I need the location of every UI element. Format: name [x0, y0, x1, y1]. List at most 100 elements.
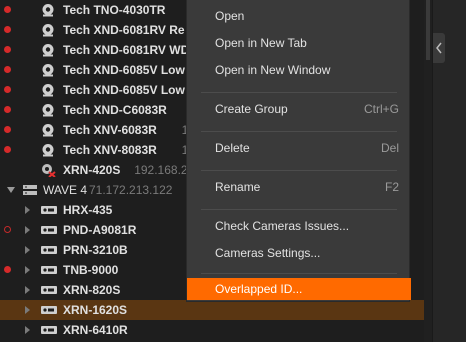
triangle-right-icon [25, 326, 30, 334]
recording-indicator [4, 126, 11, 133]
camera-icon [40, 3, 56, 17]
device-name: XRN-6410R [63, 323, 128, 337]
server-icon [23, 185, 37, 195]
camera-icon [42, 64, 54, 77]
recording-indicator [4, 86, 11, 93]
menu-item-open[interactable]: Open [187, 5, 411, 27]
encoder-icon [40, 203, 57, 217]
menu-item-shortcut: F2 [384, 180, 399, 194]
menu-separator [201, 273, 397, 274]
triangle-right-icon [25, 286, 30, 294]
chevron-left-icon [436, 42, 442, 54]
device-name: Tech XNV-6083R [63, 123, 157, 137]
encoder-icon [41, 226, 57, 234]
camera-icon [40, 143, 56, 157]
encoder-icon [41, 326, 57, 334]
device-name: Tech XND-C6083R [63, 103, 167, 117]
triangle-right-icon [25, 266, 30, 274]
camera-icon [40, 123, 56, 137]
menu-item-shortcut: Del [380, 141, 399, 155]
encoder-icon [40, 223, 57, 237]
camera-icon [42, 84, 54, 97]
expand-arrow-right-icon[interactable] [22, 304, 32, 316]
camera-icon [42, 44, 54, 57]
menu-item-label: Cameras Settings... [215, 246, 321, 260]
recording-indicator [4, 106, 11, 113]
menu-item-label: Rename [215, 180, 261, 194]
device-ip: 71.172.213.122 [89, 183, 173, 197]
server-icon [22, 183, 38, 197]
context-menu: Open Open in New Tab Open in New Window Cre… [186, 0, 411, 302]
menu-item-label: Check Cameras Issues... [215, 219, 350, 233]
right-panel-edge [432, 0, 466, 342]
expand-arrow-right-icon[interactable] [22, 244, 32, 256]
encoder-icon [41, 306, 57, 314]
camera-icon [42, 124, 54, 137]
tree-row[interactable]: XRN-1620S [0, 300, 432, 320]
menu-item-delete[interactable]: Delete Del [187, 137, 411, 159]
menu-item-overlapped-id[interactable]: Overlapped ID... [187, 278, 411, 300]
expand-arrow-down-icon[interactable] [6, 184, 16, 196]
recording-indicator [4, 266, 11, 273]
recording-indicator [4, 6, 11, 13]
device-name: XRN-1620S [63, 303, 128, 317]
menu-item-label: Open in New Window [215, 63, 331, 77]
camera-icon [42, 104, 54, 117]
encoder-icon [40, 243, 57, 257]
menu-item-label: Open in New Tab [215, 36, 307, 50]
camera-icon [40, 103, 56, 117]
tree-row[interactable]: XRN-6410R [0, 320, 432, 340]
menu-item-create-group[interactable]: Create Group Ctrl+G [187, 98, 411, 120]
camera-offline-icon [42, 164, 56, 178]
camera-icon [42, 144, 54, 157]
encoder-icon [41, 286, 57, 294]
menu-item-label: Open [215, 9, 245, 23]
expand-arrow-right-icon[interactable] [22, 224, 32, 236]
device-name: Tech XND-6081RV Re [63, 23, 185, 37]
encoder-icon [41, 206, 57, 214]
menu-item-label: Delete [215, 141, 250, 155]
recording-indicator [4, 66, 11, 73]
menu-item-label: Create Group [215, 102, 288, 116]
menu-separator [201, 170, 397, 171]
expand-arrow-right-icon[interactable] [22, 264, 32, 276]
encoder-icon [40, 263, 57, 277]
recording-indicator [4, 226, 11, 233]
camera-icon [40, 83, 56, 97]
camera-icon [40, 63, 56, 77]
camera-icon [40, 23, 56, 37]
expand-arrow-right-icon[interactable] [22, 204, 32, 216]
menu-item-check-cameras-issues[interactable]: Check Cameras Issues... [187, 215, 411, 237]
triangle-down-icon [7, 187, 15, 193]
tree-scrollbar-thumb[interactable] [426, 0, 430, 60]
menu-item-open-in-new-window[interactable]: Open in New Window [187, 59, 411, 81]
expand-arrow-right-icon[interactable] [22, 284, 32, 296]
encoder-icon [41, 266, 57, 274]
device-name: PRN-3210B [63, 243, 128, 257]
menu-item-rename[interactable]: Rename F2 [187, 176, 411, 198]
menu-separator [201, 92, 397, 93]
device-name: Tech XNV-8083R [63, 143, 157, 157]
triangle-right-icon [25, 246, 30, 254]
panel-collapse-button[interactable] [433, 33, 445, 63]
menu-item-cameras-settings[interactable]: Cameras Settings... [187, 242, 411, 264]
triangle-right-icon [25, 226, 30, 234]
menu-item-open-in-new-tab[interactable]: Open in New Tab [187, 32, 411, 54]
menu-separator [201, 209, 397, 210]
server-name: WAVE 4 [43, 183, 88, 197]
device-name: PND-A9081R [63, 223, 137, 237]
expand-arrow-right-icon[interactable] [22, 324, 32, 336]
triangle-right-icon [25, 206, 30, 214]
encoder-icon [40, 303, 57, 317]
device-name: HRX-435 [63, 203, 113, 217]
device-name: XRN-420S [63, 163, 121, 177]
device-name: TNB-9000 [63, 263, 119, 277]
menu-separator [201, 131, 397, 132]
triangle-right-icon [25, 306, 30, 314]
encoder-icon [40, 323, 57, 337]
encoder-icon [41, 246, 57, 254]
device-name: Tech XND-6081RV WD [63, 43, 190, 57]
menu-item-label: Overlapped ID... [215, 282, 303, 296]
recording-indicator [4, 26, 11, 33]
recording-indicator [4, 146, 11, 153]
